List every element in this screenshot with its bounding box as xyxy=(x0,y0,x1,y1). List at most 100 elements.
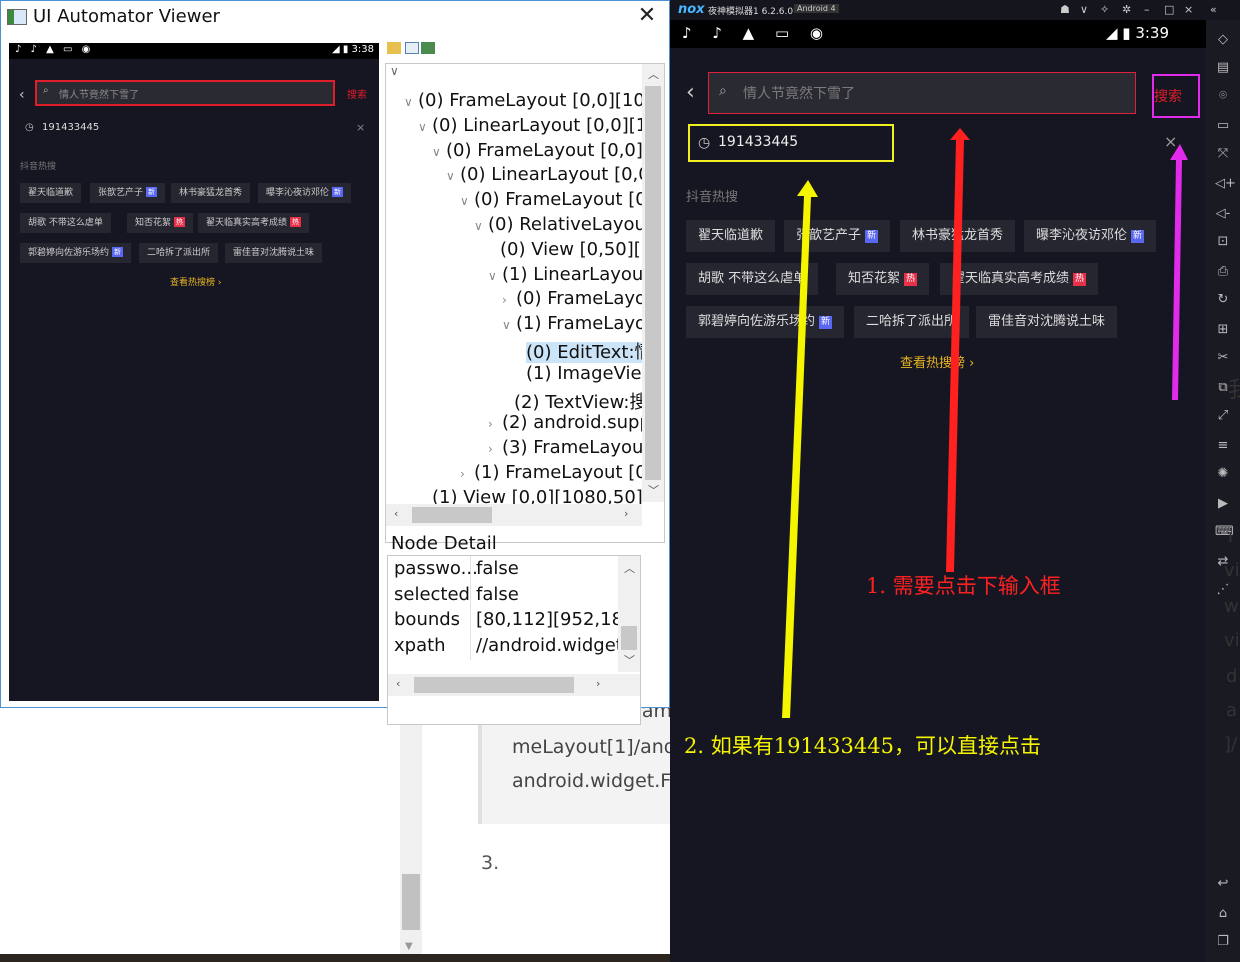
detail-value[interactable]: [80,112][952,184 xyxy=(476,609,634,630)
node-detail-table[interactable]: passwo... false selected false bounds [80,112… xyxy=(387,555,641,725)
screenshot-icon[interactable]: ⊡ xyxy=(1215,234,1231,250)
history-item[interactable]: ◷ 191433445 xyxy=(688,124,894,162)
detail-horizontal-scrollbar[interactable]: ‹ › xyxy=(388,674,640,696)
back-arrow-icon[interactable]: ‹ xyxy=(686,80,695,105)
chevron-down-icon[interactable]: ﹀ xyxy=(648,482,659,498)
chevron-right-icon[interactable]: › xyxy=(624,507,628,520)
tree-node[interactable]: (1) ImageView xyxy=(526,363,656,384)
screen-icon[interactable]: ▭ xyxy=(1215,118,1231,134)
search-input[interactable]: ⌕ 情人节竟然下雪了 xyxy=(708,72,1136,114)
scroll-thumb[interactable] xyxy=(412,507,492,523)
resize-icon[interactable]: ⤢ xyxy=(1215,408,1231,424)
maximize-icon[interactable]: □ xyxy=(1164,3,1174,16)
collapse-sidebar-icon[interactable]: « xyxy=(1210,3,1217,16)
tree-node[interactable]: › (0) FrameLayou xyxy=(502,288,657,309)
tree-node[interactable]: ∨ (0) LinearLayout [0,0][108 xyxy=(418,115,664,136)
volume-up-icon[interactable]: ◁+ xyxy=(1215,176,1236,192)
search-button[interactable]: 搜索 xyxy=(347,86,367,101)
history-item[interactable]: 191433445 xyxy=(42,122,99,133)
hot-search-chip[interactable]: 郭碧婷向佐游乐场约新 xyxy=(20,243,132,263)
tree-node[interactable]: (0) View [0,50][10 xyxy=(500,239,664,260)
hot-search-chip[interactable]: 雷佳音对沈腾说土味 xyxy=(976,306,1118,338)
tree-node[interactable]: (2) TextView:搜 xyxy=(514,388,647,414)
hot-search-chip[interactable]: 林书豪猛龙首秀 xyxy=(900,220,1016,252)
scroll-thumb[interactable] xyxy=(414,677,574,693)
clear-history-icon[interactable]: × xyxy=(356,121,365,134)
tree-node[interactable]: ∨ (0) FrameLayout [0,5 xyxy=(460,189,664,210)
tree-collapse-icon[interactable]: ∨ xyxy=(390,64,399,78)
chevron-down-icon[interactable]: ∨ xyxy=(446,169,460,183)
more-hot-link[interactable]: 查看热搜榜 › xyxy=(900,352,974,371)
chevron-right-icon[interactable]: › xyxy=(596,677,600,690)
hot-search-chip[interactable]: 张歆艺产子新 xyxy=(90,183,166,203)
more-hot-link[interactable]: 查看热搜榜 › xyxy=(170,275,221,288)
chevron-down-icon[interactable]: ∨ xyxy=(460,194,474,208)
rotate-icon[interactable]: ↻ xyxy=(1215,292,1231,308)
shirt-icon[interactable]: ☗ xyxy=(1060,3,1070,16)
tree-node[interactable]: › (1) FrameLayout [0,0][ xyxy=(460,462,664,483)
detail-value[interactable]: false xyxy=(476,558,519,579)
hot-search-chip[interactable]: 翟天临道歉 xyxy=(686,220,776,252)
search-input[interactable]: ⌕ 情人节竟然下雪了 xyxy=(35,80,335,106)
back-arrow-icon[interactable]: ‹ xyxy=(19,87,25,103)
chevron-down-icon[interactable]: ∨ xyxy=(474,219,488,233)
volume-down-icon[interactable]: ◁- xyxy=(1215,206,1231,222)
chevron-up-icon[interactable]: ︿ xyxy=(648,66,659,82)
menu-icon[interactable]: ≡ xyxy=(1215,438,1231,454)
hot-search-chip[interactable]: 林书豪猛龙首秀 xyxy=(171,183,251,203)
chevron-right-icon[interactable]: › xyxy=(460,467,474,481)
hot-search-chip[interactable]: 曝李沁夜访邓伦新 xyxy=(1024,220,1157,252)
hot-search-chip[interactable]: 二哈拆了派出所 xyxy=(854,306,970,338)
hot-search-chip[interactable]: 翟天临真实高考成绩热 xyxy=(198,213,310,233)
printer-icon[interactable]: ⎙ xyxy=(1215,264,1231,280)
back-icon[interactable]: ↩ xyxy=(1215,876,1231,892)
hot-search-chip[interactable]: 翟天临道歉 xyxy=(20,183,82,203)
tree-node[interactable]: › (2) android.suppo xyxy=(488,412,662,433)
minimize-icon[interactable]: – xyxy=(1144,3,1150,16)
tree-node[interactable]: ∨ (1) FrameLayou xyxy=(502,313,657,334)
chevron-left-icon[interactable]: ‹ xyxy=(396,677,400,690)
video-icon[interactable]: ▶ xyxy=(1215,496,1231,512)
tree-node[interactable]: ∨ (0) FrameLayout [0,0][1080 xyxy=(404,90,664,111)
hot-search-chip[interactable]: 雷佳音对沈腾说土味 xyxy=(225,243,323,263)
detail-value[interactable]: //android.widget xyxy=(476,635,623,656)
chevron-right-icon[interactable]: › xyxy=(502,293,516,307)
chevron-down-icon[interactable]: ∨ xyxy=(502,318,516,332)
hot-search-chip[interactable]: 知否花絮热 xyxy=(127,213,194,233)
chevron-right-icon[interactable]: › xyxy=(488,442,502,456)
document-scrollbar[interactable]: ▼ xyxy=(400,706,422,962)
hot-search-chip[interactable]: 张歆艺产子新 xyxy=(784,220,891,252)
detail-value[interactable]: false xyxy=(476,584,519,605)
tree-node[interactable]: ∨ (0) RelativeLayout xyxy=(474,214,653,235)
hot-search-chip[interactable]: 胡歌 不带这么虐单 xyxy=(686,263,819,295)
tree-node[interactable]: ∨ (1) LinearLayout [ xyxy=(488,264,663,285)
tree-horizontal-scrollbar[interactable]: ‹ › xyxy=(386,504,642,526)
hierarchy-tree[interactable]: ∨ ∨ (0) FrameLayout [0,0][1080 ∨ (0) Linear… xyxy=(385,63,665,543)
tree-node[interactable]: ∨ (0) LinearLayout [0,0][ xyxy=(446,164,664,185)
scissors-icon[interactable]: ✂ xyxy=(1215,350,1231,366)
device-screenshot[interactable]: ♪ ♪ ▲ ▭ ◉ ◢ ▮ 3:38 ‹ ⌕ 情人节竟然下雪了 搜索 ◷ 191… xyxy=(9,43,379,701)
location-icon[interactable]: ⌾ xyxy=(1215,88,1231,104)
chevron-down-icon[interactable]: ∨ xyxy=(488,269,502,283)
clear-history-icon[interactable]: × xyxy=(1164,132,1177,151)
pin-icon[interactable]: ✧ xyxy=(1100,3,1109,16)
device-screenshot-icon[interactable] xyxy=(421,42,435,54)
tree-vertical-scrollbar[interactable]: ︿ ﹀ xyxy=(642,64,664,502)
expand-all-icon[interactable] xyxy=(405,42,419,54)
tree-node[interactable]: › (3) FrameLayout xyxy=(488,437,651,458)
chevron-up-icon[interactable]: ︿ xyxy=(624,560,635,576)
chevron-down-icon[interactable]: ▼ xyxy=(405,941,413,952)
gear-icon[interactable]: ✲ xyxy=(1122,3,1131,16)
chevron-left-icon[interactable]: ‹ xyxy=(394,507,398,520)
apk-icon[interactable]: ▤ xyxy=(1215,60,1231,76)
scroll-thumb[interactable] xyxy=(645,86,661,480)
device-screen[interactable]: ‹ ⌕ 情人节竟然下雪了 搜索 ◷ 191433445 × 抖音热搜 翟天临道歉… xyxy=(670,48,1206,962)
loading-icon[interactable]: ✺ xyxy=(1215,466,1231,482)
chevron-down-icon[interactable]: ∨ xyxy=(418,120,432,134)
recents-icon[interactable]: ❐ xyxy=(1215,934,1231,950)
hot-search-chip[interactable]: 翟天临真实高考成绩热 xyxy=(940,263,1099,295)
chevron-right-icon[interactable]: › xyxy=(488,417,502,431)
tree-node[interactable]: ∨ (0) FrameLayout [0,0][10 xyxy=(432,140,664,161)
close-icon[interactable]: × xyxy=(1184,3,1193,16)
hot-search-chip[interactable]: 曝李沁夜访邓伦新 xyxy=(258,183,352,203)
